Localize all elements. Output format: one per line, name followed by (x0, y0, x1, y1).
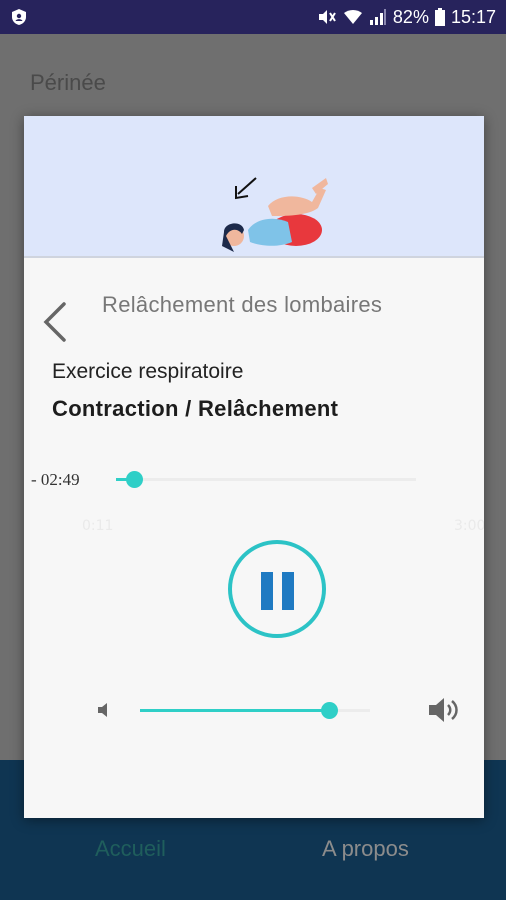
pause-icon-bar-right (282, 572, 294, 610)
volume-fill (140, 709, 329, 712)
exercise-illustration (24, 116, 484, 258)
nav-home[interactable]: Accueil (95, 836, 166, 862)
battery-percent: 82% (392, 6, 429, 27)
shield-icon (12, 9, 26, 25)
status-bar: 82% 15:17 (0, 0, 506, 34)
pause-button[interactable] (228, 540, 326, 638)
volume-thumb[interactable] (320, 702, 338, 719)
battery-icon (434, 8, 445, 26)
exercise-type: Exercice respiratoire (52, 360, 244, 383)
nav-about[interactable]: A propos (322, 836, 409, 862)
page-title: Périnée (30, 70, 106, 95)
time-remaining: - 02:49 (31, 470, 80, 489)
volume-low-icon[interactable] (94, 700, 114, 720)
exercise-title: Relâchement des lombaires (102, 292, 383, 317)
volume-slider[interactable] (140, 701, 370, 719)
signal-icon (369, 9, 386, 25)
back-chevron-icon[interactable] (40, 300, 70, 344)
wifi-icon (343, 10, 362, 24)
time-elapsed: 0:11 (82, 518, 114, 534)
time-end: 3:00 (454, 518, 484, 534)
pause-icon-bar-left (261, 572, 273, 610)
progress-thumb[interactable] (126, 471, 143, 488)
exercise-figure-icon (222, 177, 328, 252)
exercise-name: Contraction / Relâchement (52, 396, 339, 421)
progress-track (116, 478, 416, 481)
volume-high-icon[interactable] (427, 694, 461, 726)
progress-slider[interactable] (116, 470, 416, 488)
clock: 15:17 (450, 6, 496, 27)
exercise-player-modal: Relâchement des lombaires Exercice respi… (24, 116, 484, 818)
mute-icon (318, 10, 336, 24)
